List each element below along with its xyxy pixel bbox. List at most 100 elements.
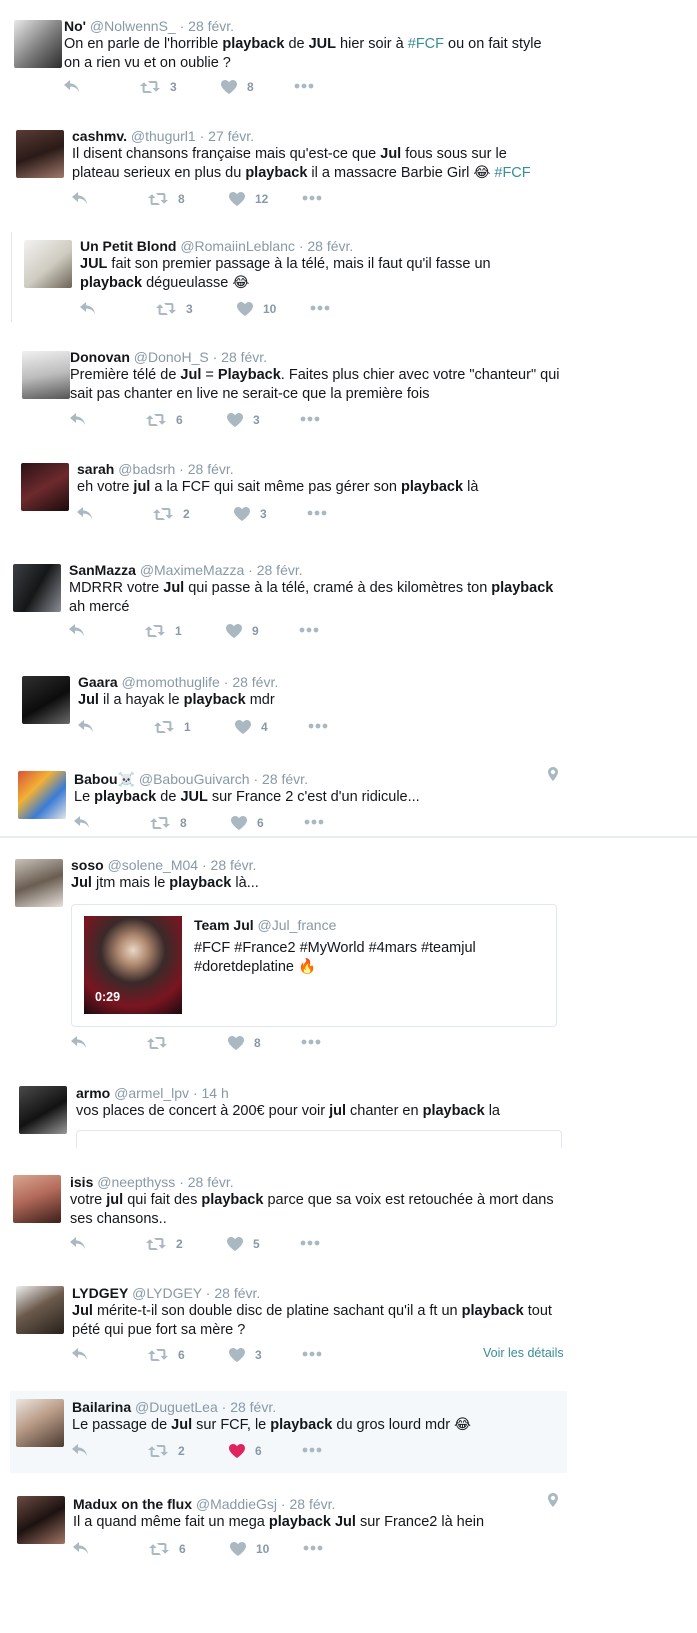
retweet-button[interactable]: 8 bbox=[150, 816, 187, 830]
user-handle[interactable]: @thugurl1 bbox=[131, 128, 196, 144]
like-button[interactable]: 6 bbox=[229, 1444, 262, 1458]
tweet[interactable]: isis @neepthyss · 28 févr. votre jul qui… bbox=[0, 1165, 697, 1265]
avatar[interactable] bbox=[19, 1086, 67, 1134]
location-pin-icon[interactable] bbox=[548, 767, 558, 786]
retweet-button[interactable]: 6 bbox=[148, 1348, 185, 1362]
retweet-button[interactable]: 3 bbox=[156, 302, 193, 316]
more-button[interactable] bbox=[308, 720, 328, 729]
more-button[interactable] bbox=[300, 413, 320, 422]
avatar[interactable] bbox=[22, 676, 70, 724]
user-name[interactable]: cashmv. bbox=[72, 128, 127, 144]
tweet[interactable]: cashmv. @thugurl1 · 27 févr. Il disent c… bbox=[0, 120, 697, 220]
user-name[interactable]: soso bbox=[71, 857, 104, 873]
like-button[interactable]: 6 bbox=[231, 816, 264, 830]
avatar[interactable] bbox=[15, 859, 63, 907]
reply-button[interactable] bbox=[72, 1444, 88, 1458]
retweet-button[interactable]: 8 bbox=[148, 192, 185, 206]
quoted-user-handle[interactable]: @Jul_france bbox=[258, 917, 337, 933]
more-button[interactable] bbox=[303, 1542, 323, 1551]
tweet[interactable]: Bailarina @DuguetLea · 28 févr. Le passa… bbox=[10, 1391, 567, 1473]
user-handle[interactable]: @LYDGEY bbox=[132, 1285, 202, 1301]
quoted-user-name[interactable]: Team Jul bbox=[194, 917, 254, 933]
timestamp[interactable]: 28 févr. bbox=[188, 18, 234, 34]
avatar[interactable] bbox=[13, 564, 61, 612]
retweet-button[interactable]: 1 bbox=[154, 720, 191, 734]
user-name[interactable]: sarah bbox=[77, 461, 114, 477]
user-handle[interactable]: @neepthyss bbox=[97, 1174, 175, 1190]
like-button[interactable]: 10 bbox=[237, 302, 276, 316]
tweet[interactable]: LYDGEY @LYDGEY · 28 févr. Jul mérite-t-i… bbox=[0, 1276, 697, 1376]
user-handle[interactable]: @MaddieGsj bbox=[196, 1496, 277, 1512]
user-handle[interactable]: @solene_M04 bbox=[108, 857, 199, 873]
avatar[interactable] bbox=[17, 1496, 65, 1544]
location-pin-icon[interactable] bbox=[548, 1493, 558, 1512]
timestamp[interactable]: 14 h bbox=[201, 1085, 228, 1101]
tweet[interactable]: SanMazza @MaximeMazza · 28 févr. MDRRR v… bbox=[0, 554, 697, 654]
reply-button[interactable] bbox=[77, 507, 93, 521]
tweet[interactable]: sarah @badsrh · 28 févr. eh votre jul a … bbox=[0, 453, 697, 543]
tweet[interactable]: Gaara @momothuglife · 28 févr. Jul il a … bbox=[0, 666, 697, 756]
user-name[interactable]: Donovan bbox=[70, 349, 130, 365]
avatar[interactable] bbox=[13, 1175, 61, 1223]
user-name[interactable]: LYDGEY bbox=[72, 1285, 128, 1301]
reply-button[interactable] bbox=[71, 1036, 87, 1050]
timestamp[interactable]: 28 févr. bbox=[257, 562, 303, 578]
avatar[interactable] bbox=[22, 351, 70, 399]
like-button[interactable]: 3 bbox=[234, 507, 267, 521]
more-button[interactable] bbox=[294, 80, 314, 89]
timestamp[interactable]: 28 févr. bbox=[232, 674, 278, 690]
user-name[interactable]: isis bbox=[70, 1174, 93, 1190]
reply-button[interactable] bbox=[74, 816, 90, 830]
hashtag-link[interactable]: #FCF bbox=[408, 36, 444, 52]
timestamp[interactable]: 28 févr. bbox=[289, 1496, 335, 1512]
hashtag-link[interactable]: #FCF bbox=[494, 165, 530, 181]
more-button[interactable] bbox=[302, 1348, 322, 1357]
more-button[interactable] bbox=[301, 1036, 321, 1045]
tweet[interactable]: No' @NolwennS_ · 28 févr. On en parle de… bbox=[0, 10, 697, 110]
retweet-button[interactable]: 2 bbox=[153, 507, 190, 521]
video-thumbnail[interactable]: 0:29 bbox=[84, 916, 182, 1014]
like-button[interactable]: 5 bbox=[227, 1237, 260, 1251]
timestamp[interactable]: 28 févr. bbox=[214, 1285, 260, 1301]
reply-button[interactable] bbox=[78, 720, 94, 734]
more-button[interactable] bbox=[310, 302, 330, 311]
like-button[interactable]: 9 bbox=[226, 624, 259, 638]
more-button[interactable] bbox=[300, 1237, 320, 1246]
avatar[interactable] bbox=[16, 130, 64, 178]
user-name[interactable]: armo bbox=[76, 1085, 110, 1101]
reply-button[interactable] bbox=[70, 413, 86, 427]
user-name[interactable]: Madux on the flux bbox=[73, 1496, 192, 1512]
retweet-button[interactable]: 2 bbox=[148, 1444, 185, 1458]
tweet[interactable]: Madux on the flux @MaddieGsj · 28 févr. … bbox=[0, 1486, 697, 1633]
reply-button[interactable] bbox=[72, 1348, 88, 1362]
retweet-button[interactable]: 2 bbox=[146, 1237, 183, 1251]
user-name[interactable]: SanMazza bbox=[69, 562, 136, 578]
timestamp[interactable]: 28 févr. bbox=[188, 461, 234, 477]
timestamp[interactable]: 28 févr. bbox=[188, 1174, 234, 1190]
user-handle[interactable]: @DonoH_S bbox=[134, 349, 209, 365]
retweet-button[interactable]: 3 bbox=[140, 80, 177, 94]
avatar[interactable] bbox=[16, 1399, 64, 1447]
retweet-button[interactable]: 6 bbox=[149, 1542, 186, 1556]
reply-button[interactable] bbox=[80, 302, 96, 316]
user-name[interactable]: No' bbox=[64, 18, 86, 34]
retweet-button[interactable]: 6 bbox=[146, 413, 183, 427]
reply-button[interactable] bbox=[73, 1542, 89, 1556]
user-handle[interactable]: @MaximeMazza bbox=[140, 562, 244, 578]
like-button[interactable]: 12 bbox=[229, 192, 268, 206]
avatar[interactable] bbox=[21, 463, 69, 511]
timestamp[interactable]: 28 févr. bbox=[262, 771, 308, 787]
user-name[interactable]: Un Petit Blond bbox=[80, 238, 176, 254]
retweet-button[interactable]: 1 bbox=[145, 624, 182, 638]
user-handle[interactable]: @armel_lpv bbox=[114, 1085, 189, 1101]
user-name[interactable]: Bailarina bbox=[72, 1399, 131, 1415]
like-button[interactable]: 10 bbox=[230, 1542, 269, 1556]
tweet[interactable]: armo @armel_lpv · 14 h vos places de con… bbox=[0, 1076, 697, 1156]
user-handle[interactable]: @BabouGuivarch bbox=[139, 771, 250, 787]
view-details-link[interactable]: Voir les détails bbox=[483, 1346, 564, 1360]
tweet[interactable]: Un Petit Blond @RomaiinLeblanc · 28 févr… bbox=[0, 230, 697, 330]
reply-button[interactable] bbox=[72, 192, 88, 206]
user-name[interactable]: Gaara bbox=[78, 674, 118, 690]
more-button[interactable] bbox=[302, 1444, 322, 1453]
timestamp[interactable]: 28 févr. bbox=[307, 238, 353, 254]
